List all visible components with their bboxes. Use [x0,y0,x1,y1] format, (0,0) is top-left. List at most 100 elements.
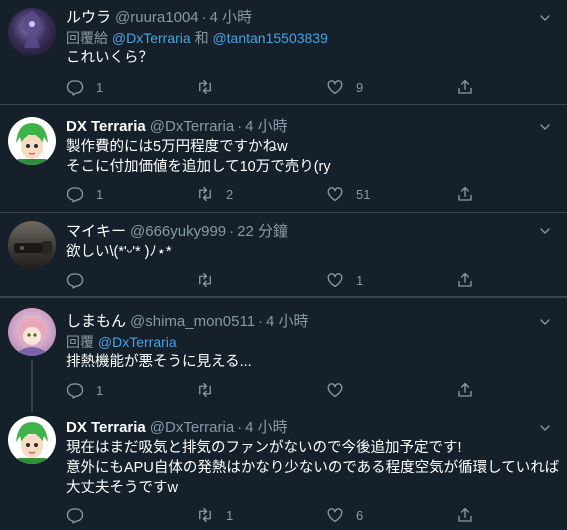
chevron-down-icon[interactable] [537,119,553,135]
reply-and: 和 [194,30,209,46]
reply-icon [66,78,84,96]
like-button[interactable]: 6 [326,504,363,526]
chevron-down-icon[interactable] [537,10,553,26]
tweet-text: 欲しい\(*'ᵕ'* )ﾉ⋆* [66,244,172,260]
reply-icon [66,381,84,399]
tweet-text: 製作費的には5万円程度ですかねw [66,139,288,155]
display-name[interactable]: DX Terraria [66,419,146,436]
reply-prefix: 回覆 [66,334,94,350]
retweet-button[interactable] [196,379,226,401]
tweet[interactable]: DX Terraria @DxTerraria · 4 小時 製作費的には5万円程度で… [0,105,567,212]
tweet[interactable]: しまもん @shima_mon0511 · 4 小時 回覆 @DxTerraria 排… [0,298,567,404]
timestamp[interactable]: 4 小時 [245,118,288,135]
chevron-down-icon[interactable] [537,420,553,436]
tweet-text: そこに付加価値を追加して10万で売り(ry [66,159,331,175]
reply-button[interactable]: 1 [66,379,103,401]
timestamp[interactable]: 22 分鐘 [237,223,288,240]
tweet-actions: 1 6 [66,504,486,526]
like-button[interactable] [326,379,356,401]
user-handle[interactable]: @ruura1004 [115,9,199,26]
reply-icon [66,271,84,289]
separator: · [229,223,235,240]
like-button[interactable]: 1 [326,269,363,291]
heart-icon [326,78,344,96]
tweet[interactable]: ルウラ @ruura1004 · 4 小時 回覆給 @DxTerraria 和 @ta… [0,0,567,103]
tweet-text: これいくら？ [66,50,153,66]
tweet[interactable]: DX Terraria @DxTerraria · 4 小時 現在はまだ吸気と排気のフ… [0,404,567,530]
reply-icon [66,506,84,524]
like-count: 51 [356,186,371,202]
timestamp[interactable]: 4 小時 [266,313,309,330]
share-icon [456,506,474,524]
display-name[interactable]: ルウラ [66,9,111,26]
reply-button[interactable] [66,269,96,291]
retweet-button[interactable] [196,76,226,98]
avatar[interactable] [8,117,56,165]
user-handle[interactable]: @shima_mon0511 [130,313,255,330]
retweet-count: 1 [226,507,234,523]
chevron-down-icon[interactable] [537,314,553,330]
share-button[interactable] [456,76,474,98]
like-button[interactable]: 9 [326,76,363,98]
share-button[interactable] [456,183,474,205]
like-count: 1 [356,272,364,288]
share-icon [456,78,474,96]
mention-link[interactable]: @DxTerraria [98,334,177,350]
heart-icon [326,185,344,203]
separator: · [237,118,243,135]
tweet-text: 排熱機能が悪そうに見える... [66,354,252,370]
tweet-text: 大丈夫そうですw [66,480,178,496]
retweet-button[interactable]: 1 [196,504,233,526]
share-icon [456,185,474,203]
user-handle[interactable]: @DxTerraria [150,118,234,135]
share-button[interactable] [456,504,474,526]
retweet-icon [196,381,214,399]
share-button[interactable] [456,379,474,401]
tweet-actions: 1 [66,269,486,291]
heart-icon [326,271,344,289]
display-name[interactable]: DX Terraria [66,118,146,135]
reply-count: 1 [96,186,104,202]
heart-icon [326,381,344,399]
share-button[interactable] [456,269,474,291]
user-handle[interactable]: @DxTerraria [150,419,234,436]
like-button[interactable]: 51 [326,183,370,205]
separator: · [201,9,207,26]
like-count: 6 [356,507,364,523]
chevron-down-icon[interactable] [537,223,553,239]
retweet-button[interactable]: 2 [196,183,233,205]
reply-button[interactable] [66,504,96,526]
mention-link[interactable]: @DxTerraria [112,30,191,46]
thread-line [31,404,33,412]
avatar[interactable] [8,8,56,56]
reply-button[interactable]: 1 [66,183,103,205]
retweet-icon [196,271,214,289]
reply-context: 回覆給 @DxTerraria 和 @tantan15503839 [66,28,557,48]
tweet-actions: 1 2 51 [66,183,486,205]
avatar[interactable] [8,416,56,464]
timestamp[interactable]: 4 小時 [210,9,253,26]
avatar[interactable] [8,308,56,356]
display-name[interactable]: マイキー [66,223,126,240]
heart-icon [326,506,344,524]
timestamp[interactable]: 4 小時 [245,419,288,436]
retweet-icon [196,506,214,524]
retweet-button[interactable] [196,269,226,291]
retweet-icon [196,185,214,203]
separator: · [258,313,264,330]
tweet-actions: 1 [66,379,486,401]
user-handle[interactable]: @666yuky999 [130,223,226,240]
like-count: 9 [356,79,364,95]
display-name[interactable]: しまもん [66,313,126,330]
mention-link[interactable]: @tantan15503839 [212,30,327,46]
avatar[interactable] [8,221,56,269]
separator: · [237,419,243,436]
reply-icon [66,185,84,203]
tweet[interactable]: マイキー @666yuky999 · 22 分鐘 欲しい\(*'ᵕ'* )ﾉ⋆* 1 [0,213,567,295]
share-icon [456,381,474,399]
reply-prefix: 回覆給 [66,30,108,46]
retweet-count: 2 [226,186,234,202]
tweet-text: 現在はまだ吸気と排気のファンがないので今後追加予定です! [66,440,462,456]
retweet-icon [196,78,214,96]
reply-button[interactable]: 1 [66,76,103,98]
